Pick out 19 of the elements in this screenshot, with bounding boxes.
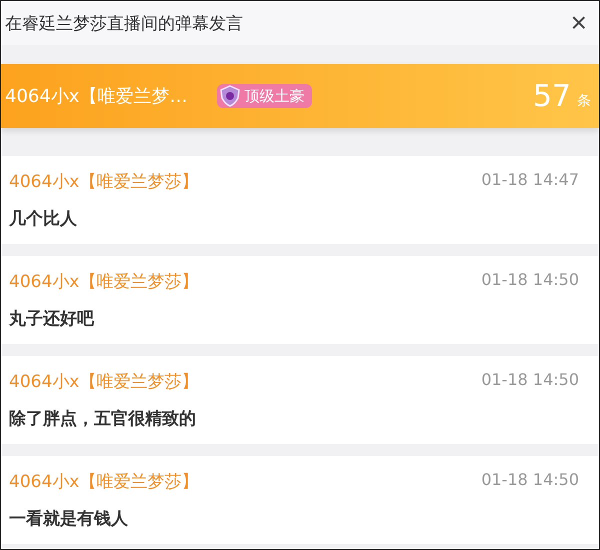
- message-text: 除了胖点，五官很精致的: [9, 408, 197, 430]
- message-time: 01-18 14:47: [481, 170, 579, 191]
- window-title: 在睿廷兰梦莎直播间的弹幕发言: [5, 12, 243, 34]
- user-name: 4064小x【唯爱兰梦莎】: [9, 471, 198, 493]
- badge-label: 顶级土豪: [244, 86, 304, 106]
- message-text: 一看就是有钱人: [9, 508, 129, 530]
- shield-icon: [219, 85, 242, 107]
- message-time: 01-18 14:50: [481, 470, 579, 491]
- message-text: 丸子还好吧: [9, 308, 96, 330]
- user-name: 4064小x【唯爱兰梦莎】: [9, 371, 198, 393]
- message-time: 01-18 14:50: [481, 370, 579, 391]
- message-text: 几个比人: [9, 208, 78, 230]
- user-name: 4064小x【唯爱兰梦莎】: [9, 171, 198, 193]
- count-unit: 条: [577, 92, 591, 110]
- close-button[interactable]: ×: [564, 9, 593, 37]
- message-time: 01-18 14:50: [481, 270, 579, 291]
- user-name: 4064小x【唯爱兰梦…: [5, 85, 188, 108]
- user-name: 4064小x【唯爱兰梦莎】: [9, 271, 198, 293]
- message-count: 57: [532, 78, 571, 114]
